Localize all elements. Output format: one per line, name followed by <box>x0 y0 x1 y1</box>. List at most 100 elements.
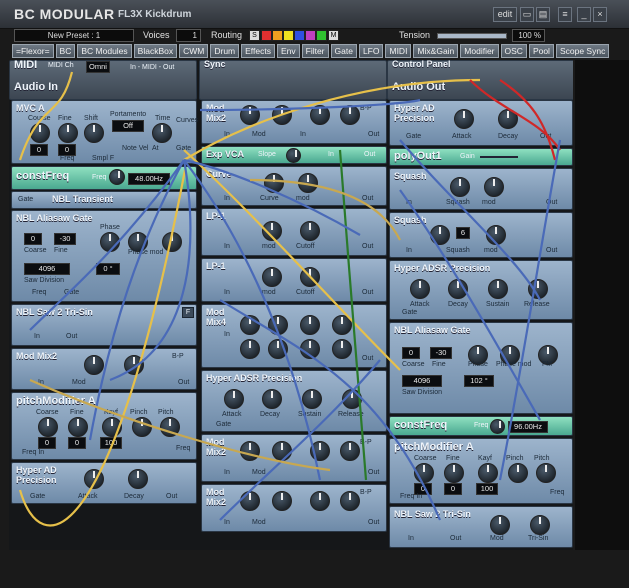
tab-bc-modules[interactable]: BC Modules <box>77 44 132 58</box>
time-knob[interactable] <box>152 123 172 143</box>
tab-gate[interactable]: Gate <box>330 44 357 58</box>
tab-pool[interactable]: Pool <box>528 44 554 58</box>
coarse-knob[interactable] <box>414 463 434 483</box>
paste-icon[interactable]: ▤ <box>536 7 550 22</box>
mix-knob-2[interactable] <box>272 441 292 461</box>
phase-value[interactable]: 0 ° <box>96 263 120 275</box>
module-nbl-aliasaw-gate-b[interactable]: NBL Aliasaw Gate 0 -30 Coarse Fine Phase… <box>389 322 573 414</box>
coarse-value[interactable]: 0 <box>30 144 48 156</box>
tab-cwm[interactable]: CWM <box>179 44 209 58</box>
coarse-knob[interactable] <box>38 417 58 437</box>
portamento-toggle[interactable]: Off <box>112 120 144 132</box>
mix-knob-2[interactable] <box>124 355 144 375</box>
kayf-knob[interactable] <box>102 417 122 437</box>
freq-knob[interactable] <box>490 419 505 434</box>
module-squash-a[interactable]: Squash In Squash mod Out <box>389 168 573 210</box>
attack-knob[interactable] <box>410 279 430 299</box>
mix4-knob-5[interactable] <box>240 339 260 359</box>
phase-knob[interactable] <box>100 232 120 252</box>
fine-knob[interactable] <box>444 463 464 483</box>
fine-value[interactable]: 0 <box>68 437 86 449</box>
mix-knob-4[interactable] <box>340 441 360 461</box>
module-constfreq-a[interactable]: constFreq Freq 48.00Hz <box>11 166 197 190</box>
freq-value[interactable]: 96.00Hz <box>508 421 548 433</box>
mix-knob-2[interactable] <box>272 105 292 125</box>
mix-knob-1[interactable] <box>84 355 104 375</box>
module-nbl-aliasaw-gate[interactable]: NBL Aliasaw Gate 0 -30 Coarse Fine Phase… <box>11 210 197 302</box>
mix-knob-2[interactable] <box>272 491 292 511</box>
mix-knob-3[interactable] <box>310 491 330 511</box>
tab-env[interactable]: Env <box>276 44 300 58</box>
release-knob[interactable] <box>528 279 548 299</box>
tab-lfo[interactable]: LFO <box>358 44 384 58</box>
shift-knob[interactable] <box>84 123 104 143</box>
pitch-knob[interactable] <box>160 417 180 437</box>
slope-knob[interactable] <box>286 148 301 163</box>
mod-knob[interactable] <box>484 177 504 197</box>
tab-flexor[interactable]: =Flexor= <box>12 44 54 58</box>
routing-orange-swatch[interactable] <box>272 30 283 41</box>
tension-slider[interactable] <box>437 33 507 39</box>
decay-knob[interactable] <box>498 109 518 129</box>
mix4-knob-3[interactable] <box>300 315 320 335</box>
module-lp1-a[interactable]: LP-1 In mod Cutoff Out <box>201 208 387 256</box>
module-squash-b[interactable]: Squash 6 In Squash mod Out <box>389 212 573 258</box>
module-mod-mix4[interactable]: Mod Mix4 In Out <box>201 304 387 368</box>
release-knob[interactable] <box>342 389 362 409</box>
module-mvc-a[interactable]: MVC A Course Fine Shift Portamento Off T… <box>11 100 198 164</box>
sustain-knob[interactable] <box>302 389 322 409</box>
fine-knob[interactable] <box>58 123 78 143</box>
tab-modifier[interactable]: Modifier <box>460 44 499 58</box>
tab-drum[interactable]: Drum <box>210 44 240 58</box>
mix4-knob-8[interactable] <box>332 339 352 359</box>
mix-knob-1[interactable] <box>240 491 260 511</box>
module-nbl-saw2-b[interactable]: NBL Saw 2 Tri-Sin In Out Mod Tri-Sin <box>389 506 573 548</box>
cutoff-knob[interactable] <box>300 267 320 287</box>
routing-green-swatch[interactable] <box>316 30 327 41</box>
kayf-value[interactable]: 100 <box>100 437 122 449</box>
mix-knob-4[interactable] <box>340 491 360 511</box>
attack-knob[interactable] <box>224 389 244 409</box>
pitch-knob[interactable] <box>536 463 556 483</box>
module-hyper-ad-b[interactable]: Hyper AD Precision Gate Attack Decay Out <box>389 100 573 146</box>
module-hyper-ad-a[interactable]: Hyper AD Precision Gate Attack Decay Out <box>11 462 197 504</box>
mix-knob-1[interactable] <box>240 105 260 125</box>
kayf-value[interactable]: 100 <box>476 483 498 495</box>
pinch-knob[interactable] <box>508 463 528 483</box>
module-pitchmodifier-b[interactable]: pitchModifier A Coarse Fine Kayf Pinch P… <box>389 438 573 504</box>
mix-knob-3[interactable] <box>310 105 330 125</box>
fine-value[interactable]: -30 <box>54 233 76 245</box>
gain-slider[interactable] <box>480 156 518 158</box>
mod-knob[interactable] <box>262 267 282 287</box>
curve-knob[interactable] <box>264 173 284 193</box>
routing-yellow-swatch[interactable] <box>283 30 294 41</box>
module-mod-mix2-b[interactable]: Mod Mix2 B-P In Mod In Out <box>201 100 387 144</box>
pinch-knob[interactable] <box>132 417 152 437</box>
decay-knob[interactable] <box>128 469 148 489</box>
mix4-knob-1[interactable] <box>240 315 260 335</box>
mix4-knob-2[interactable] <box>268 315 288 335</box>
fine-value[interactable]: 0 <box>444 483 462 495</box>
tab-osc[interactable]: OSC <box>500 44 527 58</box>
module-exp-vca[interactable]: Exp VCA Slope In Out <box>201 146 387 164</box>
mix4-knob-6[interactable] <box>268 339 288 359</box>
coarse-knob[interactable] <box>30 123 50 143</box>
midi-channel-field[interactable]: Omni <box>86 61 110 73</box>
mix-knob-4[interactable] <box>340 105 360 125</box>
mix4-knob-4[interactable] <box>332 315 352 335</box>
squash-value[interactable]: 6 <box>456 227 470 239</box>
module-mod-mix2-a[interactable]: Mod Mix2 B-P In Mod Out <box>11 348 197 390</box>
mod-knob[interactable] <box>490 515 510 535</box>
minimize-icon[interactable]: _ <box>577 7 591 22</box>
module-mod-mix2-d[interactable]: Mod Mix2 B-P In Mod Out <box>201 484 387 532</box>
module-constfreq-b[interactable]: constFreq Freq 96.00Hz <box>389 416 573 436</box>
module-pitchmodifier-a[interactable]: pitchModifier A Coarse Fine Kayf Pinch P… <box>11 392 197 460</box>
freq-value[interactable]: 48.00Hz <box>128 173 170 185</box>
mix-knob-1[interactable] <box>240 441 260 461</box>
preset-name-field[interactable]: New Preset : 1 <box>14 29 134 42</box>
fine-knob[interactable] <box>68 417 88 437</box>
module-lp1-b[interactable]: LP-1 In mod Cutoff Out <box>201 258 387 302</box>
module-nbl-transient[interactable]: Gate NBL Transient <box>11 191 197 209</box>
attack-knob[interactable] <box>84 469 104 489</box>
mix4-knob-7[interactable] <box>300 339 320 359</box>
